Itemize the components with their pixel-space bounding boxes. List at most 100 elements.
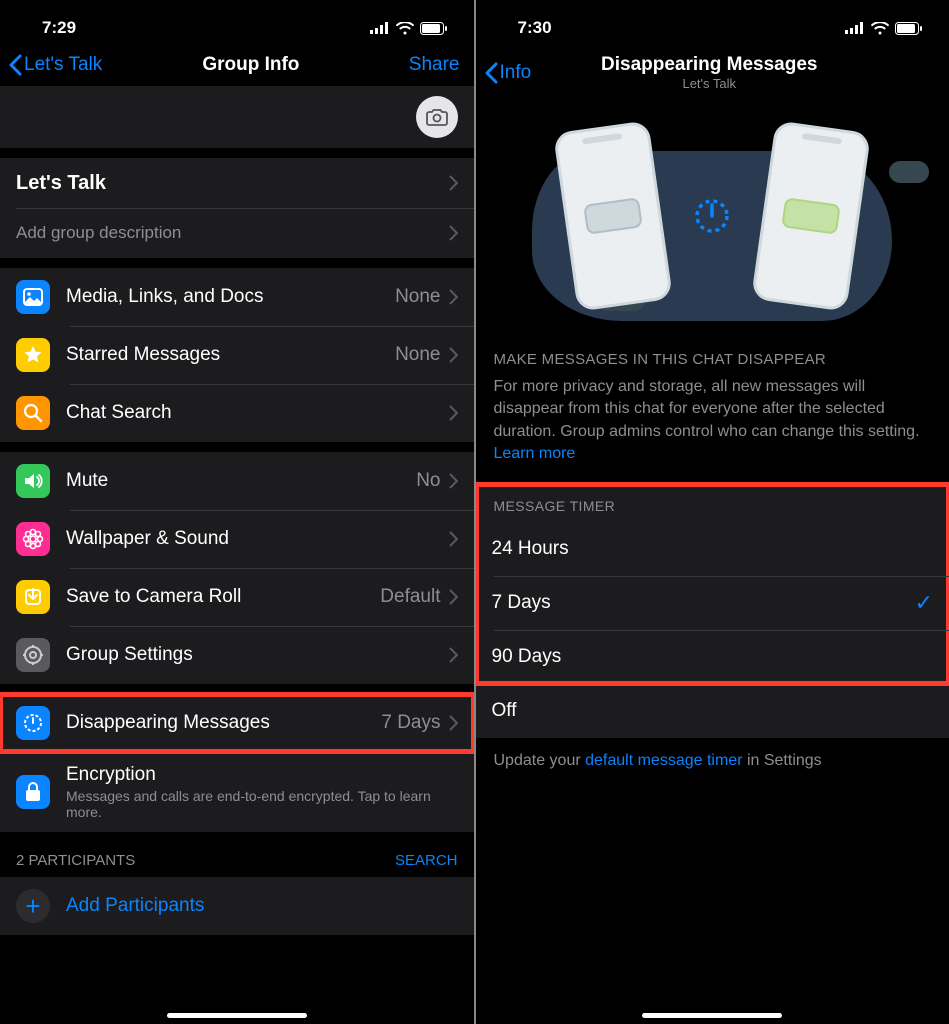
media-cell[interactable]: Media, Links, and Docs None — [0, 268, 474, 326]
chevron-right-icon — [449, 531, 458, 547]
timer-option-24-hours[interactable]: 24 Hours — [476, 522, 949, 576]
signal-icon — [845, 22, 865, 34]
nav-back-button[interactable]: Info — [484, 62, 544, 84]
status-icons — [845, 22, 923, 35]
disappearing-value: 7 Days — [381, 712, 440, 734]
timer-option-90-days[interactable]: 90 Days — [476, 630, 949, 684]
starred-label: Starred Messages — [66, 344, 220, 366]
lock-icon — [16, 775, 50, 809]
phone-disappearing-messages: 7:30 Info Disappearing Messages Let's Ta… — [476, 0, 949, 1024]
mute-label: Mute — [66, 470, 108, 492]
chat-search-cell[interactable]: Chat Search — [0, 384, 474, 442]
battery-icon — [420, 22, 448, 35]
starred-cell[interactable]: Starred Messages None — [0, 326, 474, 384]
home-indicator[interactable] — [167, 1013, 307, 1018]
timer-option-label: Off — [492, 700, 517, 722]
timer-option-label: 7 Days — [492, 592, 551, 614]
disappearing-highlight: Disappearing Messages 7 Days — [0, 694, 474, 752]
disappearing-messages-cell[interactable]: Disappearing Messages 7 Days — [0, 694, 474, 752]
group-name: Let's Talk — [16, 172, 106, 195]
media-value: None — [395, 286, 440, 308]
wifi-icon — [871, 22, 889, 35]
media-label: Media, Links, and Docs — [66, 286, 264, 308]
timer-option-label: 90 Days — [492, 646, 562, 668]
chevron-left-icon — [484, 62, 498, 84]
nav-bar: Let's Talk Group Info Share — [0, 46, 474, 86]
nav-title: Disappearing Messages — [601, 54, 817, 76]
media-icon — [16, 280, 50, 314]
mute-cell[interactable]: Mute No — [0, 452, 474, 510]
illustration — [476, 101, 949, 331]
chevron-right-icon — [449, 175, 458, 191]
search-icon — [16, 396, 50, 430]
participants-search-button[interactable]: SEARCH — [395, 852, 458, 869]
status-icons — [370, 22, 448, 35]
chevron-right-icon — [449, 347, 458, 363]
encryption-cell[interactable]: Encryption Messages and calls are end-to… — [0, 752, 474, 832]
star-icon — [16, 338, 50, 372]
chevron-right-icon — [449, 589, 458, 605]
chevron-left-icon — [8, 54, 22, 76]
status-time: 7:29 — [42, 18, 76, 38]
disappearing-label: Disappearing Messages — [66, 712, 270, 734]
timer-section-header: MESSAGE TIMER — [476, 484, 949, 522]
wifi-icon — [396, 22, 414, 35]
wallpaper-cell[interactable]: Wallpaper & Sound — [0, 510, 474, 568]
encryption-subtitle: Messages and calls are end-to-end encryp… — [66, 788, 458, 820]
nav-back-label: Let's Talk — [24, 54, 102, 76]
nav-back-button[interactable]: Let's Talk — [8, 54, 102, 76]
chevron-right-icon — [449, 647, 458, 663]
nav-back-label: Info — [500, 62, 532, 84]
group-name-cell[interactable]: Let's Talk — [0, 158, 474, 208]
chevron-right-icon — [449, 289, 458, 305]
wallpaper-label: Wallpaper & Sound — [66, 528, 229, 550]
chevron-right-icon — [449, 473, 458, 489]
chevron-right-icon — [449, 225, 458, 241]
status-bar: 7:29 — [0, 0, 474, 46]
group-description-cell[interactable]: Add group description — [0, 208, 474, 258]
save-camera-roll-cell[interactable]: Save to Camera Roll Default — [0, 568, 474, 626]
group-settings-label: Group Settings — [66, 644, 193, 666]
timer-icon — [16, 706, 50, 740]
timer-option-7-days[interactable]: 7 Days ✓ — [476, 576, 949, 630]
flower-icon — [16, 522, 50, 556]
download-icon — [16, 580, 50, 614]
default-timer-link[interactable]: default message timer — [585, 752, 742, 769]
camera-button[interactable] — [416, 96, 458, 138]
info-text: For more privacy and storage, all new me… — [476, 376, 949, 484]
footer-text: Update your default message timer in Set… — [476, 738, 949, 784]
group-settings-cell[interactable]: Group Settings — [0, 626, 474, 684]
info-text-body: For more privacy and storage, all new me… — [494, 378, 920, 440]
footer-pre: Update your — [494, 752, 586, 769]
group-header — [0, 86, 474, 148]
timer-option-label: 24 Hours — [492, 538, 569, 560]
encryption-title: Encryption — [66, 764, 458, 786]
participants-header: 2 PARTICIPANTS SEARCH — [0, 832, 474, 877]
camera-icon — [426, 108, 448, 126]
nav-subtitle: Let's Talk — [682, 76, 736, 91]
chevron-right-icon — [449, 405, 458, 421]
timer-highlight: MESSAGE TIMER 24 Hours 7 Days ✓ 90 Days — [476, 484, 949, 684]
checkmark-icon: ✓ — [915, 590, 933, 616]
group-description-placeholder: Add group description — [16, 223, 181, 243]
add-participants-label: Add Participants — [66, 895, 204, 917]
illustration-timer-icon — [691, 195, 733, 237]
phone-group-info: 7:29 Let's Talk Group Info Share — [0, 0, 474, 1024]
mute-value: No — [416, 470, 440, 492]
home-indicator[interactable] — [642, 1013, 782, 1018]
status-time: 7:30 — [518, 18, 552, 38]
signal-icon — [370, 22, 390, 34]
speaker-icon — [16, 464, 50, 498]
nav-share-button[interactable]: Share — [400, 54, 460, 76]
add-participants-cell[interactable]: + Add Participants — [0, 877, 474, 935]
learn-more-link[interactable]: Learn more — [494, 445, 576, 462]
nav-title: Group Info — [102, 54, 399, 76]
timer-option-off[interactable]: Off — [476, 684, 949, 738]
info-section-header: MAKE MESSAGES IN THIS CHAT DISAPPEAR — [476, 331, 949, 376]
status-bar: 7:30 — [476, 0, 949, 46]
chevron-right-icon — [449, 715, 458, 731]
save-value: Default — [380, 586, 440, 608]
starred-value: None — [395, 344, 440, 366]
nav-bar: Info Disappearing Messages Let's Talk In… — [476, 46, 949, 101]
participants-count: 2 PARTICIPANTS — [16, 852, 135, 869]
